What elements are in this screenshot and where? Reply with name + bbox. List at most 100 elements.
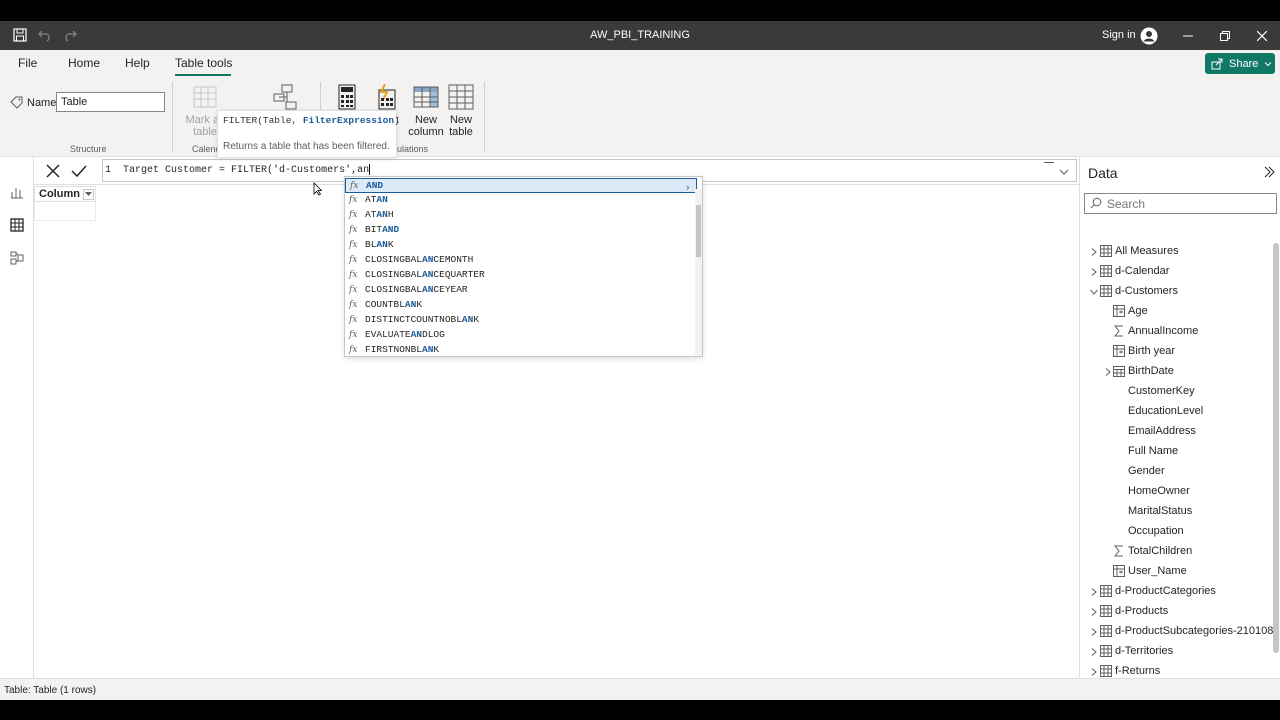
ribbon-tabs: File Home Help Table tools Share [0,50,1280,76]
filter-dropdown-icon[interactable] [83,189,94,200]
data-table-item[interactable]: d-Territories [1080,643,1270,661]
autocomplete-item[interactable]: fx CLOSINGBALANCEQUARTER [345,268,697,283]
table-cell[interactable] [34,203,96,221]
mouse-cursor-icon [313,182,323,196]
tree-item-label: CustomerKey [1128,385,1195,397]
chevron-right-icon[interactable] [1090,627,1098,636]
data-table-item[interactable]: All Measures [1080,243,1270,261]
name-label: Name [10,96,56,109]
data-field-item[interactable]: EducationLevel [1080,403,1270,421]
tab-table-tools[interactable]: Table tools [175,56,232,70]
data-field-item[interactable]: AnnualIncome [1080,323,1270,341]
data-table-item[interactable]: d-Products [1080,603,1270,621]
autocomplete-item[interactable]: fx EVALUATEANDLOG [345,328,697,343]
model-view-icon[interactable] [8,249,26,267]
new-measure-button[interactable] [334,84,360,110]
name-label-text: Name [27,96,57,109]
data-field-item[interactable]: Gender [1080,463,1270,481]
autocomplete-item[interactable]: fx CLOSINGBALANCEYEAR [345,283,697,298]
collapse-pane-icon[interactable] [1262,165,1276,179]
data-field-item[interactable]: Birth year [1080,343,1270,361]
function-icon: fx [349,270,358,280]
new-table-icon [448,84,474,110]
minimize-icon[interactable] [1180,28,1196,44]
item-text-pre: COUNTBL [365,299,405,310]
data-field-item[interactable]: User_Name [1080,563,1270,581]
restore-icon[interactable] [1217,28,1233,44]
data-pane: Data All Measures d-Calendar d-Customers Ag… [1079,157,1280,697]
tree-item-label: d-Territories [1115,645,1174,657]
user-icon[interactable] [1140,27,1158,45]
data-table-item[interactable]: d-Customers [1080,283,1270,301]
data-pane-scrollbar[interactable] [1273,243,1279,653]
tab-file[interactable]: File [18,56,37,70]
data-table-item[interactable]: d-ProductSubcategories-210108-... [1080,623,1280,641]
table-icon [1100,585,1112,597]
chevron-right-icon[interactable] [1090,587,1098,596]
tab-help[interactable]: Help [125,56,150,70]
data-field-item[interactable]: EmailAddress [1080,423,1270,441]
new-column-button[interactable]: New column [408,84,444,138]
table-icon [1100,665,1112,677]
chevron-right-icon[interactable] [1090,607,1098,616]
autocomplete-item[interactable]: fx DISTINCTCOUNTNOBLANK [345,313,697,328]
calculations-group-label: ulations [397,144,429,154]
calculated-column-icon [1113,305,1125,317]
dropdown-scrollbar[interactable] [695,189,702,356]
item-text-pre: CLOSINGBAL [365,269,423,280]
data-search-input[interactable] [1084,193,1277,214]
data-table-item[interactable]: d-ProductCategories [1080,583,1270,601]
report-view-icon[interactable] [8,183,26,201]
data-table-item[interactable]: d-Calendar [1080,263,1270,281]
data-field-item[interactable]: BirthDate [1080,363,1270,381]
data-field-item[interactable]: HomeOwner [1080,483,1270,501]
tree-item-label: d-ProductCategories [1115,585,1216,597]
tab-home[interactable]: Home [68,56,100,70]
share-label: Share [1229,57,1259,70]
table-name-input[interactable] [56,92,165,112]
autocomplete-item[interactable]: fx BITAND [345,223,697,238]
manage-relationships-button[interactable] [270,84,300,110]
intellisense-dropdown: fx AND › fx ATAN fx ATANH fx BITAND fx BLANK fx CLOS… [344,176,703,357]
new-column-icon [413,86,439,108]
share-button[interactable]: Share [1205,53,1275,74]
data-field-item[interactable]: Age [1080,303,1270,321]
table-view-icon[interactable] [8,216,26,234]
tree-item-label: EducationLevel [1128,405,1204,417]
tree-item-label: User_Name [1128,565,1187,577]
autocomplete-item[interactable]: fx AND › [345,178,697,193]
relationships-icon [273,84,297,110]
chevron-down-icon[interactable] [1090,287,1098,295]
autocomplete-item[interactable]: fx CLOSINGBALANCEMONTH [345,253,697,268]
autocomplete-item[interactable]: fx BLANK [345,238,697,253]
close-icon[interactable] [1254,28,1270,44]
sign-in-link[interactable]: Sign in [1102,29,1136,41]
table-icon [1100,645,1112,657]
item-text-match: AN [404,299,417,310]
autocomplete-item[interactable]: fx ATAN [345,193,697,208]
data-field-item[interactable]: Full Name [1080,443,1270,461]
data-field-item[interactable]: TotalChildren [1080,543,1270,561]
autocomplete-item[interactable]: fx COUNTBLANK [345,298,697,313]
table-icon [1100,605,1112,617]
item-text-pre: BIT [365,224,383,235]
chevron-right-icon[interactable] [1090,247,1098,256]
dropdown-scrollbar-thumb[interactable] [696,205,701,257]
tag-icon [10,96,23,109]
autocomplete-item[interactable]: fx FIRSTNONBLANK [345,343,697,356]
cancel-formula-icon[interactable] [44,162,62,180]
new-table-button[interactable]: New table [446,84,476,138]
autocomplete-item[interactable]: fx ATANH [345,208,697,223]
chevron-right-icon[interactable] [1104,367,1112,376]
data-field-item[interactable]: CustomerKey [1080,383,1270,401]
commit-formula-icon[interactable] [70,162,88,180]
chevron-right-icon[interactable] [1090,267,1098,276]
chevron-down-icon[interactable] [1058,166,1070,178]
data-field-item[interactable]: MaritalStatus [1080,503,1270,521]
chevron-right-icon[interactable] [1090,667,1098,676]
function-icon: fx [349,315,358,325]
chevron-right-icon[interactable] [1090,647,1098,656]
data-field-item[interactable]: Occupation [1080,523,1270,541]
column-header[interactable]: Column [34,186,96,202]
item-text-post: H [387,209,394,220]
